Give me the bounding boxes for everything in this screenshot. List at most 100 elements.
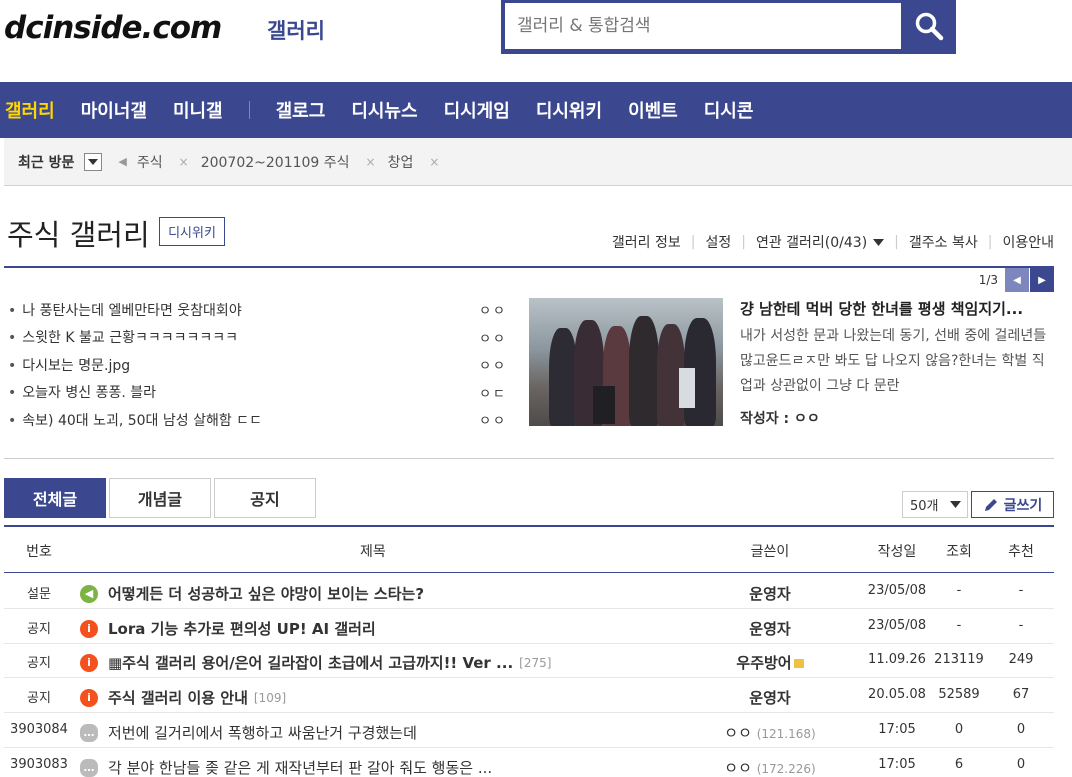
tab-recommended[interactable]: 개념글 (109, 478, 211, 518)
settings-link[interactable]: 설정 (705, 232, 731, 252)
nav-item-dccon[interactable]: 디시콘 (704, 97, 754, 123)
featured-body[interactable]: 내가 서성한 문과 나왔는데 동기, 선배 중에 걸레년들 많고윤드ㄹㅈ만 봐도… (740, 324, 1052, 399)
post-title[interactable]: i 주식 갤러리 이용 안내 [109] (80, 687, 286, 708)
post-writer[interactable]: 운영자 (720, 687, 820, 708)
post-writer[interactable]: 우주방어 (720, 652, 820, 673)
hot-post-title[interactable]: 다시보는 명문.jpg (8, 355, 130, 375)
divider: | (987, 234, 993, 250)
list-item[interactable]: 다시보는 명문.jpg ㅇㅇ (8, 351, 513, 379)
usage-guide-link[interactable]: 이용안내 (1002, 232, 1054, 252)
hot-post-title[interactable]: 오늘자 병신 퐁퐁. 블라 (8, 382, 156, 402)
search-icon (915, 12, 944, 41)
post-title[interactable]: … 각 분야 한남들 좆 같은 게 재작년부터 판 갈아 줘도 행동은 ... (80, 757, 492, 777)
post-number: 3903083 (10, 757, 68, 772)
wiki-button[interactable]: 디시위키 (159, 217, 225, 246)
post-writer-name[interactable]: ㅇㅇ (724, 724, 752, 742)
nav-item-gallery[interactable]: 갤러리 (5, 97, 55, 123)
recent-tag[interactable]: 창업 (388, 152, 414, 172)
post-title-text[interactable]: Lora 기능 추가로 편의성 UP! AI 갤러리 (108, 618, 376, 639)
featured-title[interactable]: 걍 남한테 먹버 당한 한녀를 평생 책임지기... (740, 298, 1023, 319)
hot-post-author: ㅇㅇ (479, 304, 507, 320)
list-item[interactable]: 나 풍탄사는데 엘베만타면 웃참대회야 ㅇㅇ (8, 296, 513, 324)
list-item[interactable]: 오늘자 병신 퐁퐁. 블라 ㅇㄷ (8, 379, 513, 407)
write-button[interactable]: 글쓰기 (971, 491, 1054, 518)
post-title[interactable]: … 저번에 길거리에서 폭행하고 싸움난거 구경했는데 (80, 722, 417, 743)
gallery-logo[interactable]: 갤러리 (267, 15, 325, 45)
nav-item-news[interactable]: 디시뉴스 (351, 97, 417, 123)
remove-icon[interactable]: × (179, 155, 189, 169)
col-views: 조회 (946, 544, 972, 560)
next-icon[interactable]: ▶ (1030, 268, 1054, 292)
table-row[interactable]: 공지 i Lora 기능 추가로 편의성 UP! AI 갤러리 운영자 23/05… (4, 609, 1054, 644)
nav-item-wiki[interactable]: 디시위키 (536, 97, 602, 123)
list-item[interactable]: 스윗한 K 불교 근황ㅋㅋㅋㅋㅋㅋㅋㅋ ㅇㅇ (8, 324, 513, 352)
col-writer: 글쓴이 (750, 544, 790, 560)
recent-tag[interactable]: 주식 (137, 152, 163, 172)
post-writer[interactable]: 운영자 (720, 583, 820, 604)
recent-dropdown[interactable] (84, 152, 103, 171)
post-writer-name[interactable]: ㅇㅇ (724, 759, 752, 777)
section-divider (4, 458, 1054, 459)
post-views: 6 (954, 757, 964, 772)
post-writer[interactable]: ㅇㅇ (172.226) (720, 757, 820, 777)
nav-item-gallog[interactable]: 갤로그 (276, 97, 326, 123)
caret-down-icon[interactable] (873, 238, 885, 246)
related-gallery-link[interactable]: 연관 갤러리(0/43) (756, 232, 867, 252)
post-title-text[interactable]: 저번에 길거리에서 폭행하고 싸움난거 구경했는데 (108, 722, 417, 743)
gallery-info-link[interactable]: 갤러리 정보 (612, 232, 681, 252)
tab-notice[interactable]: 공지 (214, 478, 316, 518)
list-item[interactable]: 속보) 40대 노괴, 50대 남성 살해함 ㄷㄷ ㅇㅇ (8, 406, 513, 434)
post-views: 213119 (934, 652, 984, 667)
table-row[interactable]: 3903084 … 저번에 길거리에서 폭행하고 싸움난거 구경했는데 ㅇㅇ (1… (4, 713, 1054, 748)
nav-item-event[interactable]: 이벤트 (628, 97, 678, 123)
notice-icon: i (80, 619, 98, 638)
post-writer[interactable]: ㅇㅇ (121.168) (720, 722, 820, 743)
nav-item-minor[interactable]: 마이너갤 (81, 97, 147, 123)
post-count-select[interactable]: 50개 (902, 491, 968, 518)
search-button[interactable] (903, 3, 955, 49)
table-row[interactable]: 3903083 … 각 분야 한남들 좆 같은 게 재작년부터 판 갈아 줘도 행… (4, 748, 1054, 777)
remove-icon[interactable]: × (366, 155, 376, 169)
table-row[interactable]: 설문 ◀ 어떻게든 더 성공하고 싶은 야망이 보이는 스타는? 운영자 23/0… (4, 574, 1054, 609)
search-input[interactable] (505, 3, 901, 49)
post-title-text[interactable]: 각 분야 한남들 좆 같은 게 재작년부터 판 갈아 줘도 행동은 ... (108, 757, 492, 777)
post-title[interactable]: i ▦주식 갤러리 용어/은어 길라잡이 초급에서 고급까지!! Ver ... [… (80, 652, 551, 673)
reply-count[interactable]: [109] (254, 691, 286, 705)
post-title-text[interactable]: 주식 갤러리 이용 안내 (108, 687, 248, 708)
post-number: 3903084 (10, 722, 68, 737)
post-title-text[interactable]: 어떻게든 더 성공하고 싶은 야망이 보이는 스타는? (108, 583, 424, 604)
prev-icon[interactable]: ◀ (1005, 268, 1029, 292)
post-number: 공지 (27, 691, 51, 706)
speech-bubble-icon: … (80, 723, 98, 742)
post-title[interactable]: ◀ 어떻게든 더 성공하고 싶은 야망이 보이는 스타는? (80, 583, 424, 604)
post-title[interactable]: i Lora 기능 추가로 편의성 UP! AI 갤러리 (80, 618, 376, 639)
prev-arrow-icon[interactable]: ◀ (118, 155, 126, 168)
notice-icon: i (80, 653, 98, 672)
featured-thumbnail[interactable] (529, 298, 723, 426)
nav-item-mini[interactable]: 미니갤 (173, 97, 223, 123)
post-date: 17:05 (878, 722, 916, 737)
post-count-value: 50개 (910, 499, 939, 514)
caret-down-icon (950, 501, 961, 508)
site-logo[interactable]: dcinside.com (4, 10, 222, 46)
hot-post-author: ㅇㅇ (479, 414, 507, 430)
post-writer-name[interactable]: 우주방어 (736, 654, 791, 672)
hot-post-title[interactable]: 스윗한 K 불교 근황ㅋㅋㅋㅋㅋㅋㅋㅋ (8, 327, 238, 347)
reply-count[interactable]: [275] (519, 656, 551, 670)
main-nav: 갤러리 마이너갤 미니갤 갤로그 디시뉴스 디시게임 디시위키 이벤트 디시콘 (0, 82, 1072, 138)
col-recommend: 추천 (1008, 544, 1034, 560)
remove-icon[interactable]: × (429, 155, 439, 169)
post-writer[interactable]: 운영자 (720, 618, 820, 639)
hot-post-title[interactable]: 속보) 40대 노괴, 50대 남성 살해함 ㄷㄷ (8, 410, 262, 430)
table-row[interactable]: 공지 i 주식 갤러리 이용 안내 [109] 운영자 20.05.08 52589… (4, 678, 1054, 713)
tab-all[interactable]: 전체글 (4, 478, 106, 518)
recent-tag[interactable]: 200702~201109 주식 (201, 152, 350, 172)
nav-item-game[interactable]: 디시게임 (444, 97, 510, 123)
post-recommend: 249 (1008, 652, 1034, 667)
notice-icon: i (80, 688, 98, 707)
hot-post-title[interactable]: 나 풍탄사는데 엘베만타면 웃참대회야 (8, 300, 241, 320)
post-title-text[interactable]: ▦주식 갤러리 용어/은어 길라잡이 초급에서 고급까지!! Ver ... (108, 652, 513, 673)
table-row[interactable]: 공지 i ▦주식 갤러리 용어/은어 길라잡이 초급에서 고급까지!! Ver .… (4, 643, 1054, 678)
gallery-tools: 갤러리 정보 | 설정 | 연관 갤러리(0/43) | 갤주소 복사 | 이용… (612, 232, 1054, 252)
copy-address-link[interactable]: 갤주소 복사 (909, 232, 978, 252)
